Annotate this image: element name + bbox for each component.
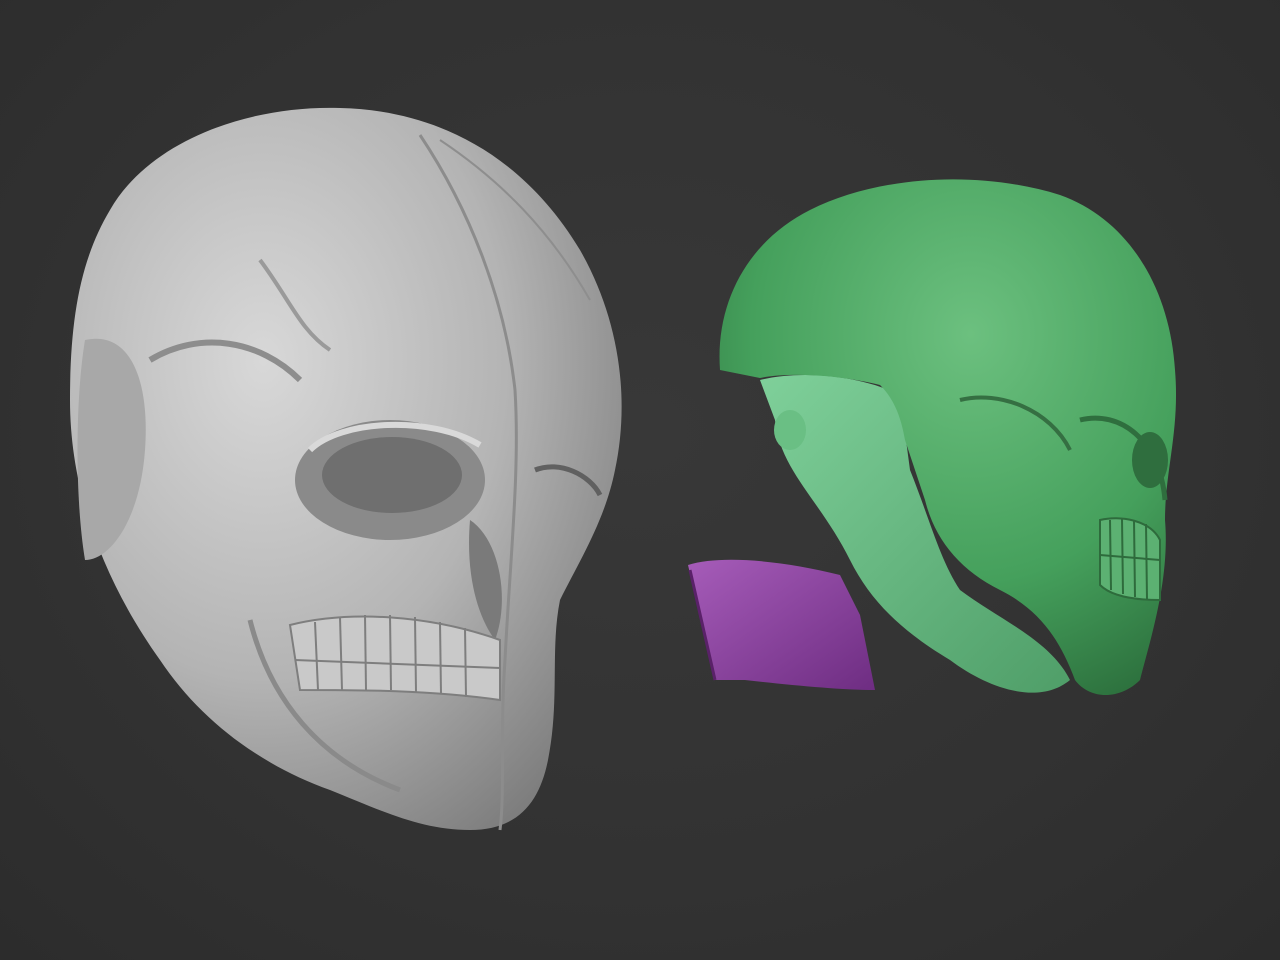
viewport-scene <box>70 107 1177 831</box>
purple-panel-piece[interactable] <box>688 559 875 690</box>
grey-skull-helmet[interactable] <box>70 107 622 831</box>
sculpt-viewport[interactable] <box>0 0 1280 960</box>
